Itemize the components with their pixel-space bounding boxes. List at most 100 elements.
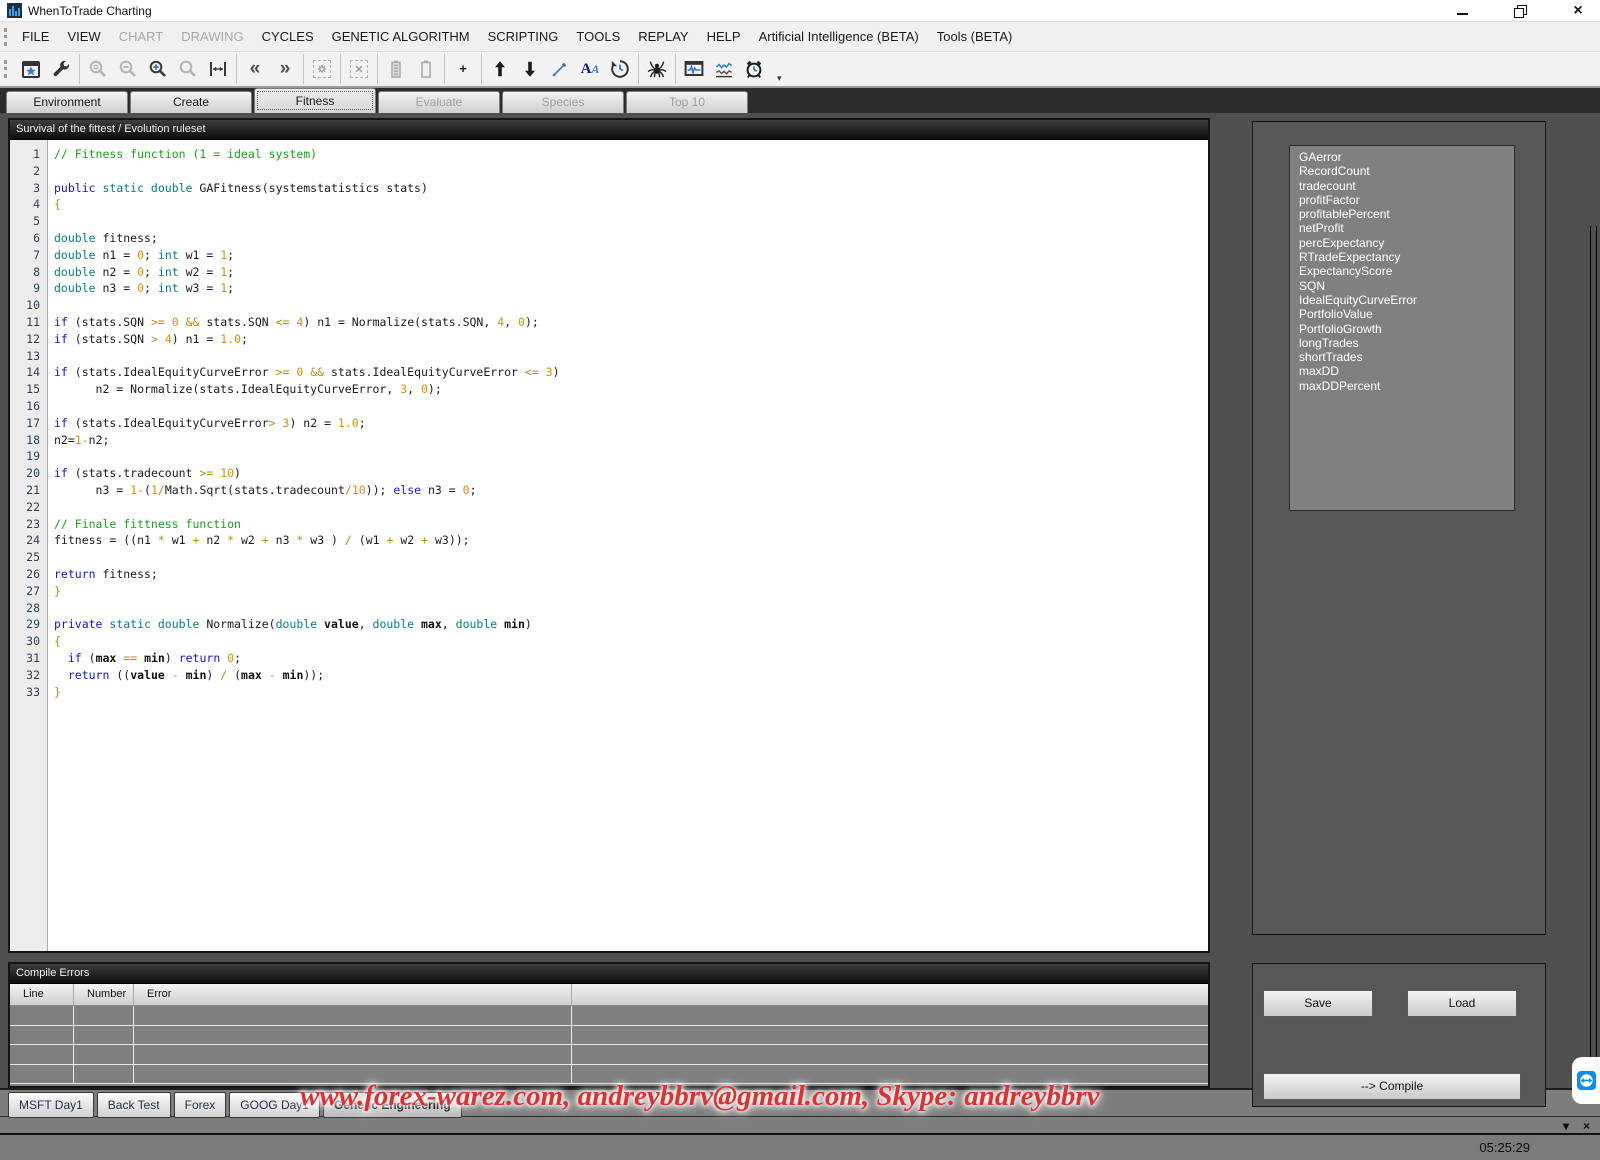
draw-line-button[interactable] <box>545 54 575 84</box>
add-button[interactable]: + <box>448 54 478 84</box>
alarm-clock-button[interactable] <box>739 54 769 84</box>
restore-button[interactable] <box>1506 2 1534 20</box>
menubar-grip-handle[interactable] <box>4 28 7 46</box>
step-back-button[interactable]: « <box>240 54 270 84</box>
region-delete-icon <box>350 60 368 78</box>
wrench-button[interactable] <box>46 54 76 84</box>
tabstrip-close-button[interactable]: × <box>1583 1118 1590 1134</box>
stat-item-shorttrades[interactable]: shortTrades <box>1299 350 1514 364</box>
code-editor[interactable]: 1234567891011121314151617181920212223242… <box>10 140 1208 951</box>
tab-evaluate: Evaluate <box>378 91 500 113</box>
stat-item-profitfactor[interactable]: profitFactor <box>1299 193 1514 207</box>
compile-error-row[interactable] <box>10 1065 1208 1085</box>
tabstrip-dropdown-button[interactable]: ▾ <box>1563 1118 1569 1134</box>
tab-species: Species <box>502 91 624 113</box>
stat-item-profitablepercent[interactable]: profitablePercent <box>1299 207 1514 221</box>
reset-view-icon <box>609 58 631 80</box>
stat-item-percexpectancy[interactable]: percExpectancy <box>1299 236 1514 250</box>
menu-item-help[interactable]: HELP <box>698 23 750 51</box>
line-chart-button[interactable] <box>709 54 739 84</box>
toolbar-grip-handle[interactable] <box>4 60 7 78</box>
chart-settings-icon <box>20 58 42 80</box>
stat-item-maxdd[interactable]: maxDD <box>1299 364 1514 378</box>
stat-item-recordcount[interactable]: RecordCount <box>1299 164 1514 178</box>
stat-item-sqn[interactable]: SQN <box>1299 279 1514 293</box>
menu-items: FILEVIEWCHARTDRAWINGCYCLESGENETIC ALGORI… <box>13 23 1021 51</box>
battery-empty-icon <box>415 58 437 80</box>
zoom-in-button[interactable] <box>143 54 173 84</box>
code-line: } <box>54 684 1208 701</box>
menu-item-scripting[interactable]: SCRIPTING <box>479 23 568 51</box>
arrow-down-button[interactable] <box>515 54 545 84</box>
menu-item-cycles[interactable]: CYCLES <box>253 23 323 51</box>
menu-item-artificial-intelligence-beta[interactable]: Artificial Intelligence (BETA) <box>750 23 928 51</box>
code-line <box>54 163 1208 180</box>
bottom-tab-forex[interactable]: Forex <box>174 1092 227 1118</box>
menu-item-genetic-algorithm[interactable]: GENETIC ALGORITHM <box>323 23 479 51</box>
tab-create[interactable]: Create <box>130 91 252 113</box>
col-header-error[interactable]: Error <box>134 984 572 1005</box>
stat-item-maxddpercent[interactable]: maxDDPercent <box>1299 379 1514 393</box>
compile-error-row[interactable] <box>10 1045 1208 1065</box>
menu-item-tools-beta[interactable]: Tools (BETA) <box>928 23 1022 51</box>
load-button[interactable]: Load <box>1407 990 1517 1017</box>
zoom-in-icon <box>147 58 169 80</box>
tab-fitness[interactable]: Fitness <box>254 88 376 113</box>
col-header-line[interactable]: Line <box>10 984 74 1005</box>
menu-item-view[interactable]: VIEW <box>58 23 109 51</box>
menu-item-replay[interactable]: REPLAY <box>629 23 697 51</box>
teamviewer-edge-tab[interactable] <box>1572 1057 1600 1104</box>
step-forward-button[interactable]: » <box>270 54 300 84</box>
spider-icon <box>646 58 668 80</box>
arrow-up-button[interactable] <box>485 54 515 84</box>
code-line <box>54 549 1208 566</box>
stat-item-portfoliogrowth[interactable]: PortfolioGrowth <box>1299 322 1514 336</box>
teamviewer-icon <box>1577 1071 1596 1090</box>
stat-item-tradecount[interactable]: tradecount <box>1299 179 1514 193</box>
menubar: FILEVIEWCHARTDRAWINGCYCLESGENETIC ALGORI… <box>0 22 1600 52</box>
spider-button[interactable] <box>642 54 672 84</box>
stat-item-gaerror[interactable]: GAerror <box>1299 150 1514 164</box>
code-line: if (stats.SQN >= 0 && stats.SQN <= 4) n1… <box>54 314 1208 331</box>
app-logo-icon <box>7 3 22 18</box>
compile-error-row[interactable] <box>10 1006 1208 1026</box>
code-line: double fitness; <box>54 230 1208 247</box>
font-icon: AA <box>581 60 600 78</box>
save-button[interactable]: Save <box>1263 990 1373 1017</box>
extent-range-button[interactable] <box>203 54 233 84</box>
code-line <box>54 213 1208 230</box>
extent-range-icon <box>207 58 229 80</box>
statistics-listbox[interactable]: GAerrorRecordCounttradecountprofitFactor… <box>1289 145 1515 511</box>
minimize-button[interactable] <box>1448 2 1476 20</box>
chart-monitor-button[interactable] <box>679 54 709 84</box>
close-button[interactable]: × <box>1564 2 1592 20</box>
bottom-tab-genetic-engineering[interactable]: Genetic Engineering <box>323 1092 462 1118</box>
bottom-tab-back-test[interactable]: Back Test <box>97 1092 171 1118</box>
menu-item-tools[interactable]: TOOLS <box>567 23 629 51</box>
compile-button[interactable]: --> Compile <box>1263 1073 1521 1100</box>
menu-item-drawing: DRAWING <box>172 23 252 51</box>
line-number-gutter: 1234567891011121314151617181920212223242… <box>10 140 48 951</box>
stat-item-expectancyscore[interactable]: ExpectancyScore <box>1299 264 1514 278</box>
code-line: if (stats.IdealEquityCurveError> 3) n2 =… <box>54 415 1208 432</box>
col-header-number[interactable]: Number <box>74 984 134 1005</box>
stat-item-portfoliovalue[interactable]: PortfolioValue <box>1299 307 1514 321</box>
code-line: double n3 = 0; int w3 = 1; <box>54 280 1208 297</box>
stat-item-rtradeexpectancy[interactable]: RTradeExpectancy <box>1299 250 1514 264</box>
toolbar-overflow-button[interactable]: ▾ <box>774 73 785 86</box>
stat-item-idealequitycurveerror[interactable]: IdealEquityCurveError <box>1299 293 1514 307</box>
tab-environment[interactable]: Environment <box>6 91 128 113</box>
zoom-out-icon <box>117 58 139 80</box>
code-line: n3 = 1-(1/Math.Sqrt(stats.tradecount/10)… <box>54 482 1208 499</box>
bottom-tab-msft-day1[interactable]: MSFT Day1 <box>8 1092 94 1118</box>
font-button[interactable]: AA <box>575 54 605 84</box>
bottom-tab-goog-day1[interactable]: GOOG Day1 <box>229 1092 320 1118</box>
stat-item-netprofit[interactable]: netProfit <box>1299 221 1514 235</box>
col-header-blank <box>572 984 1208 1005</box>
region-delete-button <box>344 54 374 84</box>
menu-item-file[interactable]: FILE <box>13 23 58 51</box>
compile-error-row[interactable] <box>10 1026 1208 1046</box>
reset-view-button[interactable] <box>605 54 635 84</box>
stat-item-longtrades[interactable]: longTrades <box>1299 336 1514 350</box>
chart-settings-button[interactable] <box>16 54 46 84</box>
